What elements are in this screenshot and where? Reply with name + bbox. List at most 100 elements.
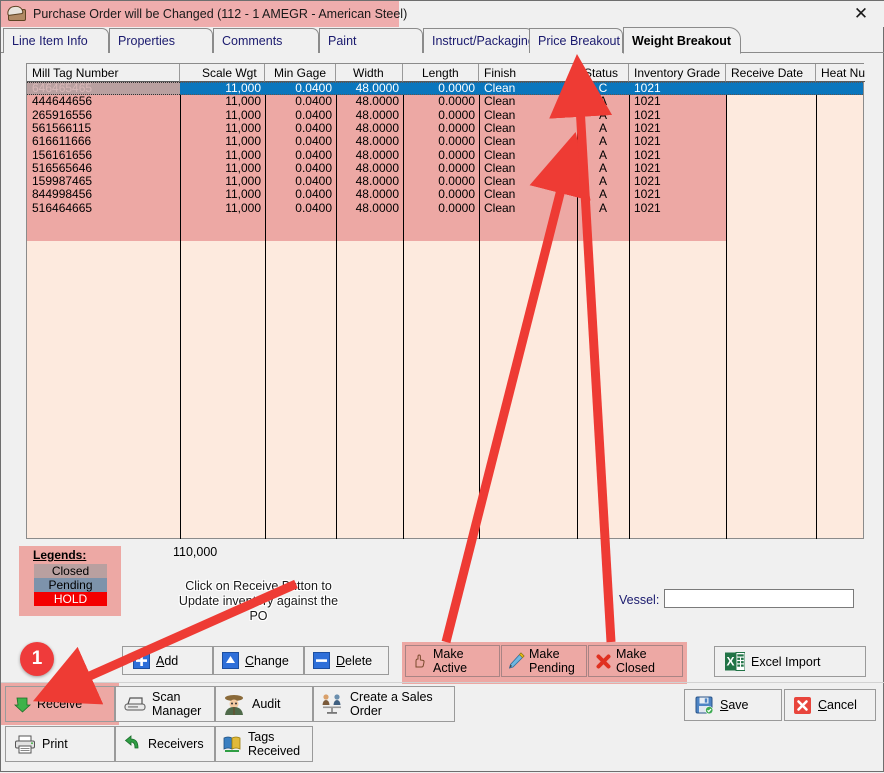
cell-receive_date: [726, 82, 816, 95]
table-row[interactable]: 516464665 11,000 0.0400 48.0000 0.0000 Clean A…: [27, 202, 863, 215]
table-row[interactable]: 516565646 11,000 0.0400 48.0000 0.0000 Clean A…: [27, 162, 863, 175]
window-title: Purchase Order will be Changed (112 - 1 …: [33, 7, 408, 21]
tab-weight-breakout[interactable]: Weight Breakout: [623, 27, 741, 54]
table-row[interactable]: 444644656 11,000 0.0400 48.0000 0.0000 Clean A…: [27, 95, 863, 108]
cell-heat_number: [816, 95, 863, 108]
excel-icon: X: [725, 652, 745, 671]
receive-button[interactable]: Receive: [5, 686, 115, 722]
table-row[interactable]: 156161656 11,000 0.0400 48.0000 0.0000 Clean A…: [27, 149, 863, 162]
vessel-input[interactable]: [664, 589, 854, 608]
cell-inventory_grade: 1021: [634, 201, 661, 215]
receivers-button[interactable]: Receivers: [115, 726, 215, 762]
cell-receive_date: [726, 149, 816, 162]
cell-min_gage: 0.0400: [295, 201, 332, 215]
print-button[interactable]: Print: [5, 726, 115, 762]
make-active-button[interactable]: Make Active: [405, 645, 500, 677]
col-header-width: Width: [336, 64, 403, 82]
close-icon[interactable]: ✕: [843, 3, 879, 25]
scan-manager-button[interactable]: Scan Manager: [115, 686, 215, 722]
cell-status: A: [598, 175, 607, 189]
cell-finish: Clean: [484, 175, 516, 189]
delete-button[interactable]: Delete: [304, 646, 389, 675]
save-button-label: Save: [720, 698, 749, 712]
make-closed-button[interactable]: Make Closed: [588, 645, 683, 677]
callout-text: Click on Receive Button to Update invent…: [178, 579, 339, 623]
cell-mill_tag: 444644656: [32, 95, 93, 109]
cell-mill_tag: 156161656: [32, 148, 93, 162]
cell-mill_tag: 265916556: [32, 108, 93, 122]
table-row[interactable]: 561566115 11,000 0.0400 48.0000 0.0000 Clean A…: [27, 122, 863, 135]
create-sales-order-button[interactable]: Create a Sales Order: [313, 686, 455, 722]
cell-receive_date: [726, 122, 816, 135]
footer-divider: [1, 682, 884, 683]
cell-inventory_grade: 1021: [634, 82, 661, 95]
tab-price-breakout[interactable]: Price Breakout: [529, 28, 623, 53]
cell-heat_number: [816, 82, 863, 95]
cell-length: 0.0000: [438, 201, 475, 215]
table-row[interactable]: 159987465 11,000 0.0400 48.0000 0.0000 Clean A…: [27, 175, 863, 188]
cell-status: A: [598, 121, 607, 135]
make-pending-button[interactable]: Make Pending: [501, 645, 587, 677]
cell-scale_wgt: 11,000: [225, 175, 261, 189]
cell-length: 0.0000: [438, 82, 475, 95]
save-button[interactable]: Save: [684, 689, 782, 721]
cell-receive_date: [726, 135, 816, 148]
package-box-icon: [6, 4, 27, 22]
cancel-button[interactable]: Cancel: [784, 689, 876, 721]
red-x-icon: [595, 653, 612, 670]
cell-length: 0.0000: [438, 135, 475, 149]
table-row[interactable]: 616611666 11,000 0.0400 48.0000 0.0000 Clean A…: [27, 135, 863, 148]
cell-width: 48.0000: [355, 175, 399, 189]
cell-scale_wgt: 11,000: [225, 121, 261, 135]
cell-scale_wgt: 11,000: [225, 201, 261, 215]
cell-heat_number: [816, 162, 863, 175]
plus-square-icon: [133, 652, 150, 669]
cell-inventory_grade: 1021: [634, 161, 661, 175]
table-row[interactable]: 265916556 11,000 0.0400 48.0000 0.0000 Clean A…: [27, 109, 863, 122]
cell-width: 48.0000: [355, 161, 399, 175]
create-sales-order-label: Create a Sales Order: [350, 690, 433, 718]
tab-paint[interactable]: Paint: [319, 28, 423, 53]
cancel-button-label: Cancel: [818, 698, 857, 712]
cell-scale_wgt: 11,000: [225, 188, 261, 202]
tab-instruct-packaging[interactable]: Instruct/Packaging: [423, 28, 535, 53]
tab-strip: Line Item Info Properties Comments Paint…: [1, 27, 884, 54]
col-header-mill-tag-number: Mill Tag Number: [27, 64, 180, 82]
books-icon: [222, 735, 242, 753]
col-header-inventory-grade: Inventory Grade: [629, 64, 726, 82]
col-header-length: Length: [403, 64, 479, 82]
excel-import-label: Excel Import: [751, 654, 821, 669]
weight-breakout-grid[interactable]: Mill Tag Number Scale Wgt Min Gage Width…: [26, 63, 865, 539]
cell-inventory_grade: 1021: [634, 188, 661, 202]
cell-finish: Clean: [484, 201, 516, 215]
cell-min_gage: 0.0400: [295, 161, 332, 175]
grid-body[interactable]: 646465465 11,000 0.0400 48.0000 0.0000 Clean C…: [27, 82, 863, 539]
add-button[interactable]: Add: [122, 646, 213, 675]
tab-comments[interactable]: Comments: [213, 28, 319, 53]
change-button[interactable]: Change: [213, 646, 304, 675]
scanner-icon: [124, 695, 146, 713]
cell-width: 48.0000: [355, 121, 399, 135]
excel-import-button[interactable]: X Excel Import: [714, 646, 866, 677]
cell-heat_number: [816, 202, 863, 215]
tab-line-item-info[interactable]: Line Item Info: [3, 28, 109, 53]
cell-width: 48.0000: [355, 82, 399, 95]
table-row[interactable]: 844998456 11,000 0.0400 48.0000 0.0000 Clean A…: [27, 188, 863, 201]
scale-weight-total: 110,000: [173, 545, 218, 559]
table-row[interactable]: 646465465 11,000 0.0400 48.0000 0.0000 Clean C…: [27, 82, 863, 96]
cell-finish: Clean: [484, 161, 516, 175]
sales-order-icon: [320, 693, 344, 715]
cell-status: A: [598, 135, 607, 149]
floppy-disk-icon: [695, 696, 714, 715]
cell-finish: Clean: [484, 148, 516, 162]
cell-mill_tag: 561566115: [32, 121, 92, 135]
cell-receive_date: [726, 202, 816, 215]
tab-properties[interactable]: Properties: [109, 28, 213, 53]
make-pending-label: Make Pending: [529, 647, 575, 675]
cell-receive_date: [726, 95, 816, 108]
cell-finish: Clean: [484, 135, 516, 149]
audit-button[interactable]: Audit: [215, 686, 313, 722]
cell-heat_number: [816, 109, 863, 122]
tags-received-button[interactable]: Tags Received: [215, 726, 313, 762]
cell-heat_number: [816, 175, 863, 188]
